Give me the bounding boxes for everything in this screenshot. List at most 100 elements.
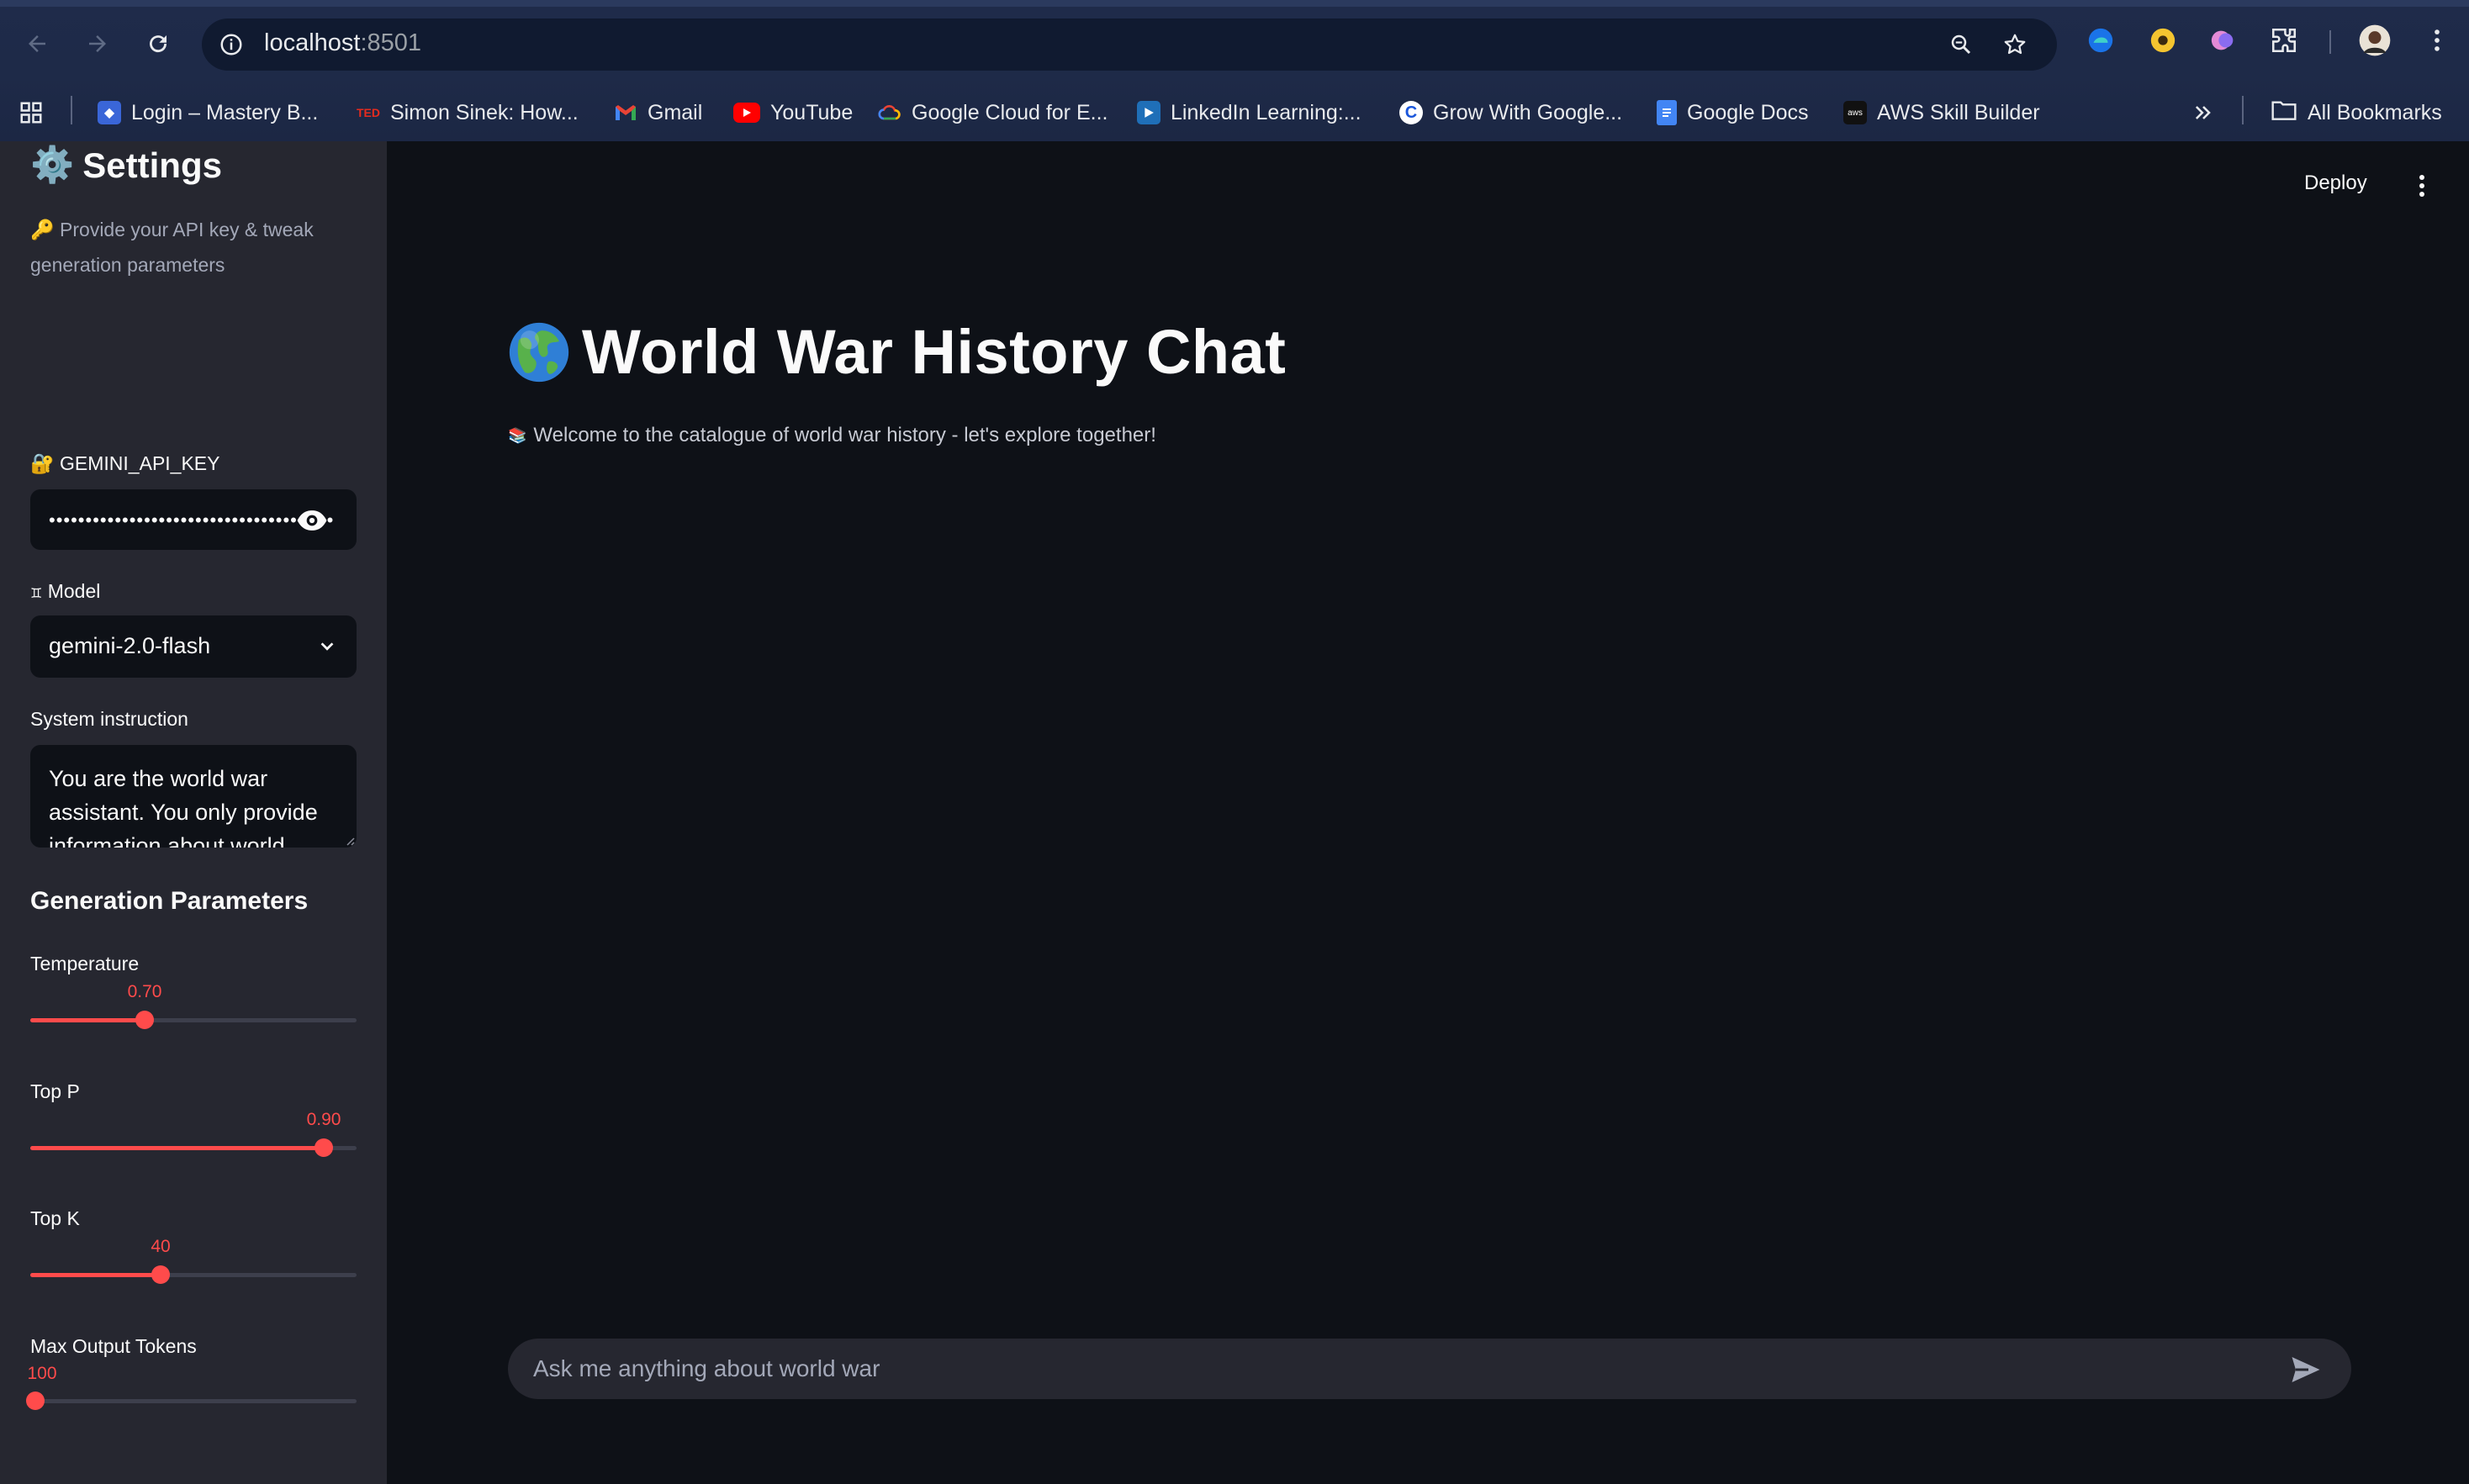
all-bookmarks[interactable]: All Bookmarks bbox=[2271, 96, 2442, 129]
top-k-label: Top K bbox=[30, 1207, 80, 1229]
bookmark-label: Grow With Google... bbox=[1433, 100, 1623, 124]
model-label-text: Model bbox=[47, 580, 101, 602]
max-output-tokens-slider-thumb[interactable] bbox=[26, 1392, 45, 1410]
forward-button[interactable] bbox=[79, 25, 116, 62]
linkedin-learning-icon bbox=[1137, 101, 1160, 124]
system-instruction-value: You are the world war assistant. You onl… bbox=[49, 766, 318, 848]
show-password-eye-icon[interactable] bbox=[296, 508, 328, 533]
top-p-slider-thumb[interactable] bbox=[315, 1138, 333, 1157]
edge-extension-icon[interactable] bbox=[2084, 24, 2117, 57]
bookmark-google-cloud[interactable]: Google Cloud for E... bbox=[878, 96, 1108, 129]
tab-strip bbox=[0, 0, 2469, 7]
more-bookmarks-icon[interactable] bbox=[2191, 96, 2215, 129]
chat-input-placeholder: Ask me anything about world war bbox=[533, 1355, 880, 1381]
welcome-text: Welcome to the catalogue of world war hi… bbox=[533, 424, 1156, 446]
zoom-icon[interactable] bbox=[1946, 29, 1976, 60]
top-k-slider[interactable] bbox=[30, 1265, 357, 1284]
top-p-value: 0.90 bbox=[306, 1110, 341, 1129]
reload-icon bbox=[150, 35, 167, 53]
extensions-puzzle-icon[interactable] bbox=[2267, 24, 2301, 57]
bookmark-label: Google Cloud for E... bbox=[912, 100, 1108, 124]
bookmark-star-icon[interactable] bbox=[2000, 29, 2030, 60]
top-p-slider-fill bbox=[30, 1146, 324, 1150]
main-menu-icon[interactable] bbox=[2412, 173, 2432, 198]
sidebar-title-text: Settings bbox=[82, 145, 222, 185]
sidebar-description: 🔑 Provide your API key & tweak generatio… bbox=[30, 212, 358, 283]
bookmark-youtube[interactable]: YouTube bbox=[733, 96, 853, 129]
top-p-label: Top P bbox=[30, 1080, 80, 1102]
page-title-text: World War History Chat bbox=[582, 317, 1287, 387]
profile-avatar[interactable] bbox=[2358, 24, 2392, 57]
bookmark-label: Gmail bbox=[648, 100, 703, 124]
bookmark-grow-with-google[interactable]: C Grow With Google... bbox=[1399, 96, 1622, 129]
apps-grid-icon[interactable] bbox=[19, 96, 44, 129]
back-arrow-icon bbox=[29, 35, 45, 52]
chevron-down-icon bbox=[320, 642, 334, 651]
sidebar-title: ⚙️ Settings bbox=[30, 145, 222, 186]
top-p-slider[interactable] bbox=[30, 1138, 357, 1157]
max-output-tokens-value: 100 bbox=[27, 1364, 57, 1383]
folder-icon bbox=[2271, 98, 2297, 128]
google-cloud-icon bbox=[878, 101, 901, 124]
gemini-icon: ♊ bbox=[30, 587, 43, 601]
top-k-value: 40 bbox=[151, 1237, 171, 1256]
url-text[interactable]: localhost:8501 bbox=[264, 29, 421, 57]
sun-extension-icon[interactable] bbox=[2146, 24, 2180, 57]
system-instruction-textarea[interactable]: You are the world war assistant. You onl… bbox=[30, 745, 357, 848]
books-icon: 📚 bbox=[508, 426, 527, 444]
bookmark-label: Simon Sinek: How... bbox=[390, 100, 579, 124]
api-key-masked-value: ••••••••••••••••••••••••••••••••••••••• bbox=[49, 510, 335, 531]
url-port: :8501 bbox=[360, 29, 422, 56]
reload-button[interactable] bbox=[140, 25, 177, 62]
url-host: localhost bbox=[264, 29, 361, 56]
api-key-label: 🔐 GEMINI_API_KEY bbox=[30, 452, 220, 475]
browser-menu-icon[interactable] bbox=[2420, 24, 2454, 57]
model-select[interactable]: gemini-2.0-flash bbox=[30, 615, 357, 678]
youtube-icon bbox=[733, 103, 760, 123]
temperature-label: Temperature bbox=[30, 953, 140, 974]
back-button[interactable] bbox=[19, 25, 56, 62]
max-output-tokens-slider[interactable] bbox=[26, 1392, 357, 1410]
temperature-value: 0.70 bbox=[127, 982, 162, 1001]
bookmark-mastery[interactable]: ◆ Login – Mastery B... bbox=[98, 96, 318, 129]
bookmark-label: YouTube bbox=[770, 100, 854, 124]
bookmark-linkedin-learning[interactable]: LinkedIn Learning:... bbox=[1137, 96, 1361, 129]
bookmark-google-docs[interactable]: Google Docs bbox=[1657, 96, 1809, 129]
bookmark-label: Google Docs bbox=[1687, 100, 1809, 124]
model-select-value: gemini-2.0-flash bbox=[49, 633, 211, 658]
bookmark-ted[interactable]: TED Simon Sinek: How... bbox=[357, 96, 579, 129]
bookmark-aws[interactable]: aws AWS Skill Builder bbox=[1843, 96, 2040, 129]
top-k-slider-thumb[interactable] bbox=[151, 1265, 170, 1284]
google-docs-icon bbox=[1657, 100, 1677, 125]
all-bookmarks-label: All Bookmarks bbox=[2308, 100, 2442, 124]
temperature-slider[interactable] bbox=[30, 1011, 357, 1029]
api-key-input[interactable]: ••••••••••••••••••••••••••••••••••••••• bbox=[30, 489, 357, 550]
copilot-extension-icon[interactable] bbox=[2207, 24, 2240, 57]
system-instruction-label: System instruction bbox=[30, 708, 188, 730]
address-bar[interactable]: localhost:8501 bbox=[202, 18, 2057, 71]
api-key-label-text: GEMINI_API_KEY bbox=[60, 452, 220, 474]
send-icon[interactable] bbox=[2291, 1355, 2321, 1384]
lock-key-icon: 🔐 bbox=[30, 452, 55, 474]
welcome-message: 📚 Welcome to the catalogue of world war … bbox=[508, 424, 1156, 447]
toolbar-divider bbox=[2329, 30, 2331, 54]
temperature-slider-thumb[interactable] bbox=[135, 1011, 154, 1029]
key-icon: 🔑 bbox=[30, 219, 55, 240]
site-info-icon[interactable] bbox=[215, 29, 247, 61]
browser-chrome: localhost:8501 ◆ Login – Mastery B... TE… bbox=[0, 0, 2469, 141]
grow-with-google-icon: C bbox=[1399, 101, 1423, 124]
deploy-button[interactable]: Deploy bbox=[2304, 172, 2367, 195]
generation-parameters-heading: Generation Parameters bbox=[30, 887, 309, 915]
ted-icon: TED bbox=[357, 106, 380, 119]
forward-arrow-icon bbox=[89, 35, 106, 52]
bookmark-label: Login – Mastery B... bbox=[131, 100, 319, 124]
globe-icon bbox=[509, 322, 569, 382]
chat-input[interactable]: Ask me anything about world war bbox=[508, 1339, 2351, 1399]
max-output-tokens-label: Max Output Tokens bbox=[30, 1335, 197, 1357]
resize-handle-icon[interactable] bbox=[343, 834, 355, 846]
gmail-icon bbox=[614, 101, 637, 124]
bookmark-gmail[interactable]: Gmail bbox=[614, 96, 702, 129]
bookmark-label: LinkedIn Learning:... bbox=[1171, 100, 1361, 124]
model-label: ♊ Model bbox=[30, 580, 100, 603]
bookmarks-divider-right bbox=[2242, 96, 2244, 124]
